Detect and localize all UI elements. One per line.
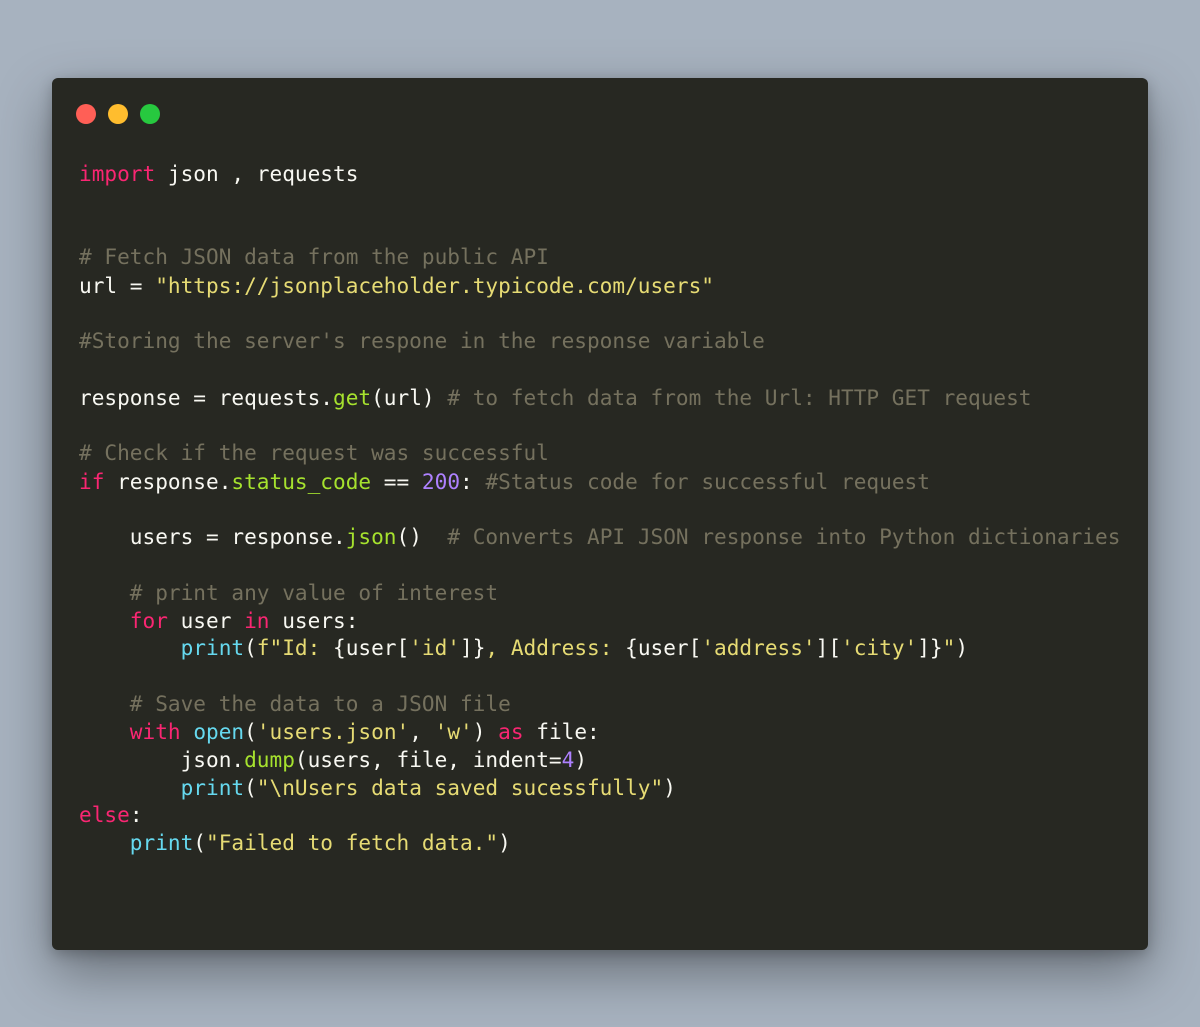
code-token-string: " xyxy=(942,635,956,660)
maximize-dot-icon[interactable] xyxy=(140,104,160,124)
code-token-method: json xyxy=(345,524,397,549)
code-token-identifier: ) xyxy=(955,635,969,660)
code-token-number: 200 xyxy=(421,469,461,494)
code-token-identifier: ]} xyxy=(917,635,943,660)
code-token-identifier: user xyxy=(167,608,245,633)
code-token-identifier: ( xyxy=(244,775,257,800)
code-token-comment: # to fetch data from the Url: HTTP GET r… xyxy=(447,385,1032,410)
code-token-builtin: print xyxy=(79,830,194,855)
code-token-keyword: for xyxy=(79,608,168,633)
code-token-builtin: print xyxy=(79,775,245,800)
code-token-keyword: import xyxy=(79,161,156,186)
code-token-identifier: {user[ xyxy=(625,635,702,660)
code-token-comment: # Converts API JSON response into Python… xyxy=(447,524,1121,549)
code-token-identifier: () xyxy=(396,524,448,549)
code-line: # Fetch JSON data from the public API xyxy=(79,243,549,271)
code-token-identifier: response = requests. xyxy=(79,385,333,410)
code-line: url = "https://jsonplaceholder.typicode.… xyxy=(79,272,714,300)
code-token-keyword: with xyxy=(79,719,181,744)
code-token-identifier: ( xyxy=(244,635,257,660)
code-line: for user in users: xyxy=(79,607,359,635)
code-token-comment: #Storing the server's respone in the res… xyxy=(79,328,765,353)
code-token-keyword: if xyxy=(79,469,105,494)
code-line: print(f"Id: {user['id']}, Address: {user… xyxy=(79,634,968,662)
code-token-identifier: : xyxy=(460,469,486,494)
code-token-identifier: ) xyxy=(663,775,676,800)
code-token-string: 'id' xyxy=(409,635,461,660)
code-editor-window: import json , requests # Fetch JSON data … xyxy=(52,78,1148,950)
code-token-identifier: users = response. xyxy=(79,524,346,549)
code-line: # print any value of interest xyxy=(79,579,498,607)
code-token-string: "https://jsonplaceholder.typicode.com/us… xyxy=(155,273,714,298)
code-token-string: "Failed to fetch data." xyxy=(206,830,499,855)
code-token-identifier: ) xyxy=(472,719,499,744)
code-token-identifier: json. xyxy=(79,747,245,772)
code-token-identifier: ( xyxy=(193,830,206,855)
code-token-identifier: ) xyxy=(574,747,588,772)
code-token-comment: # Fetch JSON data from the public API xyxy=(79,244,549,269)
code-token-method: status_code xyxy=(231,469,372,494)
code-token-string: "\nUsers data saved sucessfully" xyxy=(256,775,664,800)
code-token-identifier: users: xyxy=(269,608,359,633)
code-token-builtin: open xyxy=(193,719,245,744)
code-token-comment: # Check if the request was successful xyxy=(79,440,549,465)
code-token-keyword: else xyxy=(79,802,130,827)
code-token-method: get xyxy=(333,385,372,410)
window-controls xyxy=(76,104,160,124)
code-token-identifier: ( xyxy=(244,719,257,744)
code-token-string: f"Id: xyxy=(256,635,333,660)
code-token-identifier xyxy=(181,719,194,744)
code-token-keyword: in xyxy=(244,608,270,633)
code-token-identifier: (url) xyxy=(371,385,448,410)
code-token-builtin: print xyxy=(79,635,245,660)
code-line: # Save the data to a JSON file xyxy=(79,690,511,718)
code-token-identifier: ]} xyxy=(460,635,486,660)
code-token-identifier: ) xyxy=(498,830,511,855)
code-token-comment: # Save the data to a JSON file xyxy=(79,691,511,716)
minimize-dot-icon[interactable] xyxy=(108,104,128,124)
code-line: import json , requests xyxy=(79,160,358,188)
code-token-identifier: ][ xyxy=(815,635,842,660)
code-token-keyword: as xyxy=(498,719,524,744)
code-token-method: dump xyxy=(244,747,295,772)
code-token-comment: # print any value of interest xyxy=(79,580,499,605)
code-token-identifier: , xyxy=(409,719,435,744)
close-dot-icon[interactable] xyxy=(76,104,96,124)
code-line: if response.status_code == 200: #Status … xyxy=(79,468,930,496)
code-token-identifier: : xyxy=(129,802,143,827)
code-token-identifier: {user[ xyxy=(333,635,410,660)
code-token-identifier: json , requests xyxy=(155,161,359,186)
code-token-comment: #Status code for successful request xyxy=(485,469,930,494)
code-line: else: xyxy=(79,801,143,829)
code-token-identifier: url = xyxy=(79,273,156,298)
code-token-string: , Address: xyxy=(485,635,626,660)
code-line: response = requests.get(url) # to fetch … xyxy=(79,384,1032,412)
code-token-string: 'city' xyxy=(841,635,918,660)
code-line: #Storing the server's respone in the res… xyxy=(79,327,765,355)
code-token-string: 'w' xyxy=(434,719,473,744)
code-token-identifier: == xyxy=(371,469,422,494)
code-line: users = response.json() # Converts API J… xyxy=(79,523,1121,551)
code-token-identifier: (users, file, indent= xyxy=(294,747,562,772)
code-line: with open('users.json', 'w') as file: xyxy=(79,718,600,746)
code-line: print("\nUsers data saved sucessfully") xyxy=(79,774,676,802)
code-line: # Check if the request was successful xyxy=(79,439,549,467)
code-line: print("Failed to fetch data.") xyxy=(79,829,511,857)
code-token-string: 'users.json' xyxy=(256,719,410,744)
code-token-identifier: response. xyxy=(104,469,232,494)
code-token-number: 4 xyxy=(561,747,575,772)
code-line: json.dump(users, file, indent=4) xyxy=(79,746,587,774)
code-token-identifier: file: xyxy=(523,719,600,744)
code-token-string: 'address' xyxy=(701,635,816,660)
